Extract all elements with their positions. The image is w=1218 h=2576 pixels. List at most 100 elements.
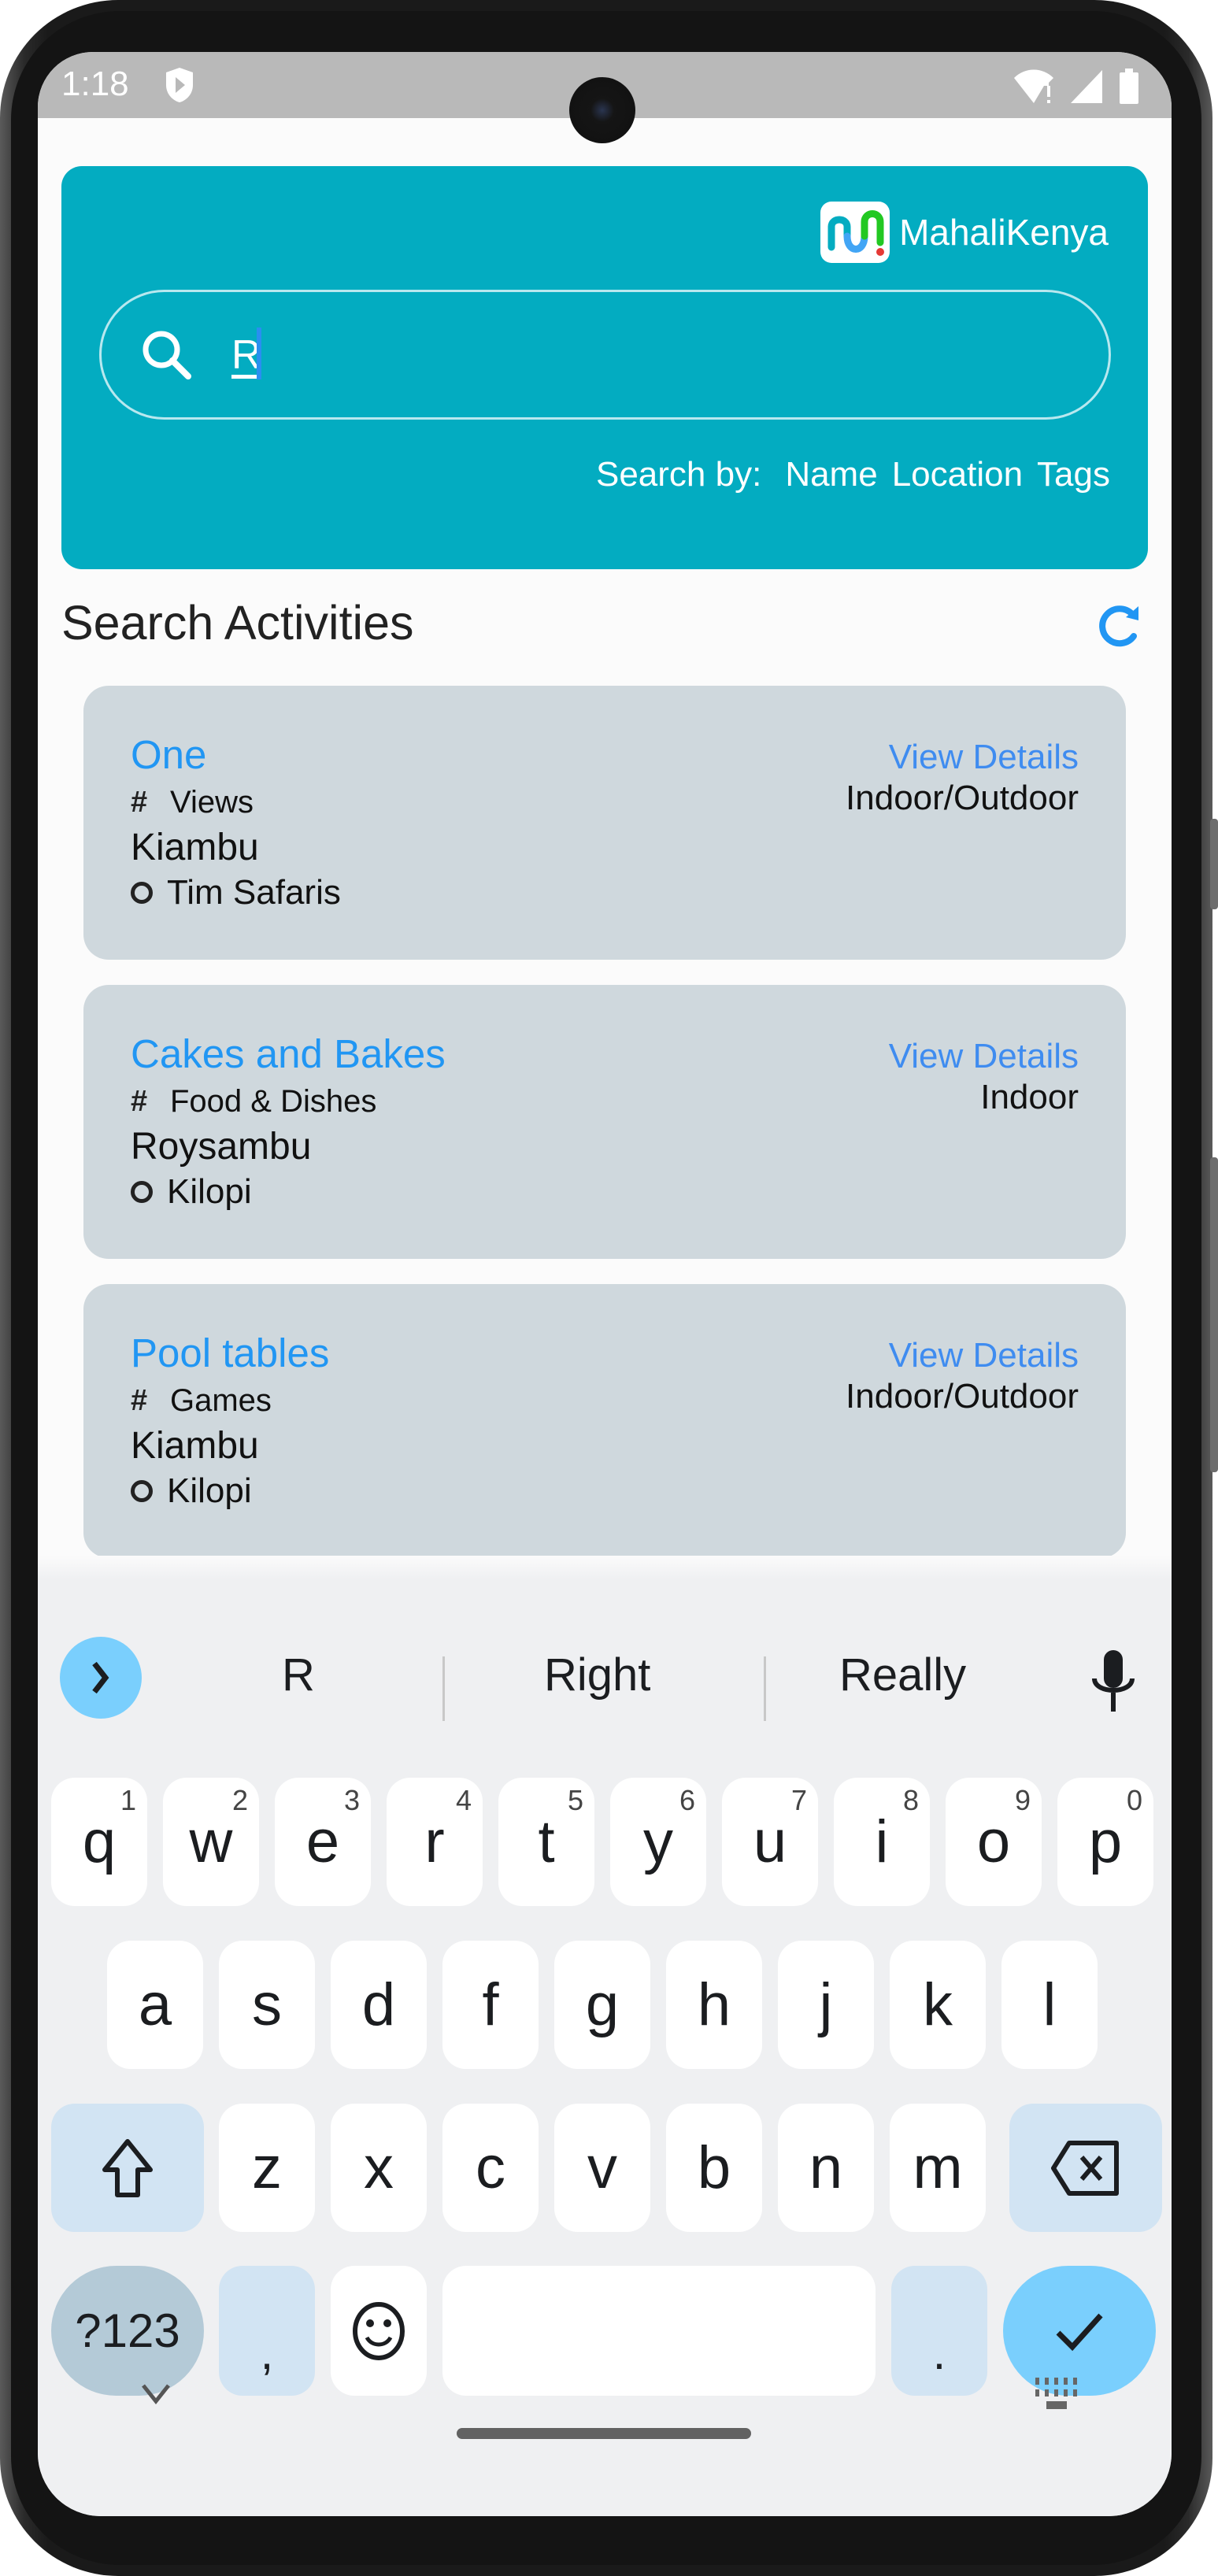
activity-location: Roysambu: [131, 1126, 312, 1168]
key-t[interactable]: t5: [498, 1778, 594, 1906]
key-s[interactable]: s: [219, 1941, 315, 2069]
shield-play-icon: [166, 68, 193, 102]
activity-tag-label: Games: [170, 1383, 272, 1418]
key-label: y: [643, 1808, 673, 1875]
key-hint: 3: [343, 1784, 360, 1816]
done-key[interactable]: [1003, 2266, 1156, 2396]
key-f[interactable]: f: [442, 1941, 539, 2069]
key-label: q: [82, 1808, 117, 1875]
activity-card[interactable]: Cakes and Bakes # Food & Dishes Roysambu…: [83, 985, 1126, 1259]
search-by-location[interactable]: Location: [892, 455, 1023, 494]
key-u[interactable]: u7: [722, 1778, 818, 1906]
space-key[interactable]: [442, 2266, 876, 2396]
activity-card[interactable]: One # Views Kiambu Tim Safaris View Deta…: [83, 686, 1126, 960]
key-p[interactable]: p0: [1057, 1778, 1153, 1906]
key-k[interactable]: k: [890, 1941, 986, 2069]
activity-organizer: Tim Safaris: [131, 873, 341, 912]
battery-icon: [1120, 68, 1138, 104]
power-button: [1210, 819, 1218, 909]
key-j[interactable]: j: [778, 1941, 874, 2069]
activity-tag: # Games: [131, 1383, 272, 1419]
period-key[interactable]: .: [891, 2266, 987, 2396]
soft-keyboard: R Right Really q1w2e3r4t5y6u7i8o9p0 asdf…: [38, 1579, 1172, 2516]
section-title: Search Activities: [61, 596, 414, 650]
activity-tag: # Views: [131, 785, 254, 820]
key-label: r: [424, 1808, 445, 1875]
key-q[interactable]: q1: [51, 1778, 147, 1906]
key-w[interactable]: w2: [163, 1778, 259, 1906]
key-o[interactable]: o9: [946, 1778, 1042, 1906]
key-v[interactable]: v: [554, 2104, 650, 2232]
activity-card[interactable]: Pool tables # Games Kiambu Kilopi View D…: [83, 1284, 1126, 1558]
organizer-circle-icon: [131, 1181, 153, 1203]
activity-title[interactable]: One: [131, 731, 206, 778]
key-l[interactable]: l: [1001, 1941, 1098, 2069]
backspace-key[interactable]: [1009, 2104, 1162, 2232]
organizer-circle-icon: [131, 1480, 153, 1502]
key-m[interactable]: m: [890, 2104, 986, 2232]
key-r[interactable]: r4: [387, 1778, 483, 1906]
key-n[interactable]: n: [778, 2104, 874, 2232]
key-label: o: [976, 1808, 1011, 1875]
activity-title[interactable]: Pool tables: [131, 1330, 329, 1376]
suggestion-3[interactable]: Really: [839, 1649, 966, 1701]
key-hint: 5: [567, 1784, 583, 1816]
search-by-tags[interactable]: Tags: [1037, 455, 1110, 494]
key-hint: 1: [120, 1784, 136, 1816]
view-details-link[interactable]: View Details: [889, 1037, 1079, 1076]
search-input[interactable]: [231, 316, 1058, 394]
hide-keyboard-icon[interactable]: [140, 2382, 172, 2404]
comma-key[interactable]: ,: [219, 2266, 315, 2396]
search-by-options: Search by: Name Location Tags: [596, 455, 1110, 494]
key-hint: 2: [231, 1784, 248, 1816]
expand-toolbar-button[interactable]: [60, 1637, 142, 1719]
search-header: MahaliKenya Search by: Name Location Tag…: [61, 166, 1148, 569]
volume-button: [1210, 1157, 1218, 1472]
activity-title[interactable]: Cakes and Bakes: [131, 1031, 446, 1077]
key-label: p: [1088, 1808, 1123, 1875]
search-by-name[interactable]: Name: [785, 455, 877, 494]
key-g[interactable]: g: [554, 1941, 650, 2069]
shift-arrow-icon: [102, 2138, 153, 2197]
cellular-signal-icon: [1071, 70, 1102, 103]
key-y[interactable]: y6: [610, 1778, 706, 1906]
organizer-circle-icon: [131, 882, 153, 904]
microphone-icon[interactable]: [1090, 1649, 1137, 1715]
symbols-key[interactable]: ?123: [51, 2266, 204, 2396]
key-b[interactable]: b: [666, 2104, 762, 2232]
key-h[interactable]: h: [666, 1941, 762, 2069]
search-by-label: Search by:: [595, 455, 762, 494]
key-d[interactable]: d: [331, 1941, 427, 2069]
view-details-link[interactable]: View Details: [889, 1336, 1079, 1375]
key-z[interactable]: z: [219, 2104, 315, 2232]
search-field[interactable]: [99, 290, 1111, 420]
key-e[interactable]: e3: [275, 1778, 371, 1906]
suggestion-1[interactable]: R: [282, 1649, 315, 1701]
brand-name: MahaliKenya: [899, 212, 1109, 253]
key-c[interactable]: c: [442, 2104, 539, 2232]
key-i[interactable]: i8: [834, 1778, 930, 1906]
shift-key[interactable]: [51, 2104, 204, 2232]
key-hint: 8: [902, 1784, 919, 1816]
emoji-key[interactable]: [331, 2266, 427, 2396]
key-hint: 0: [1126, 1784, 1142, 1816]
home-gesture-bar[interactable]: [457, 2428, 751, 2439]
brand: MahaliKenya: [820, 202, 1109, 263]
suggestion-divider: [764, 1656, 766, 1721]
refresh-icon[interactable]: [1090, 597, 1150, 657]
activity-organizer-label: Kilopi: [167, 1172, 252, 1211]
activity-tag-label: Food & Dishes: [170, 1084, 377, 1119]
key-label: e: [305, 1808, 340, 1875]
key-a[interactable]: a: [107, 1941, 203, 2069]
suggestion-2[interactable]: Right: [544, 1649, 650, 1701]
activity-organizer: Kilopi: [131, 1471, 252, 1511]
key-hint: 9: [1014, 1784, 1031, 1816]
hashtag-icon: #: [131, 1384, 148, 1417]
suggestion-divider: [442, 1656, 445, 1721]
activity-environment: Indoor/Outdoor: [846, 1377, 1079, 1416]
keyboard-switch-icon[interactable]: [1034, 2376, 1079, 2412]
activity-tag: # Food & Dishes: [131, 1084, 376, 1120]
view-details-link[interactable]: View Details: [889, 738, 1079, 777]
key-x[interactable]: x: [331, 2104, 427, 2232]
activity-environment: Indoor: [980, 1078, 1079, 1116]
